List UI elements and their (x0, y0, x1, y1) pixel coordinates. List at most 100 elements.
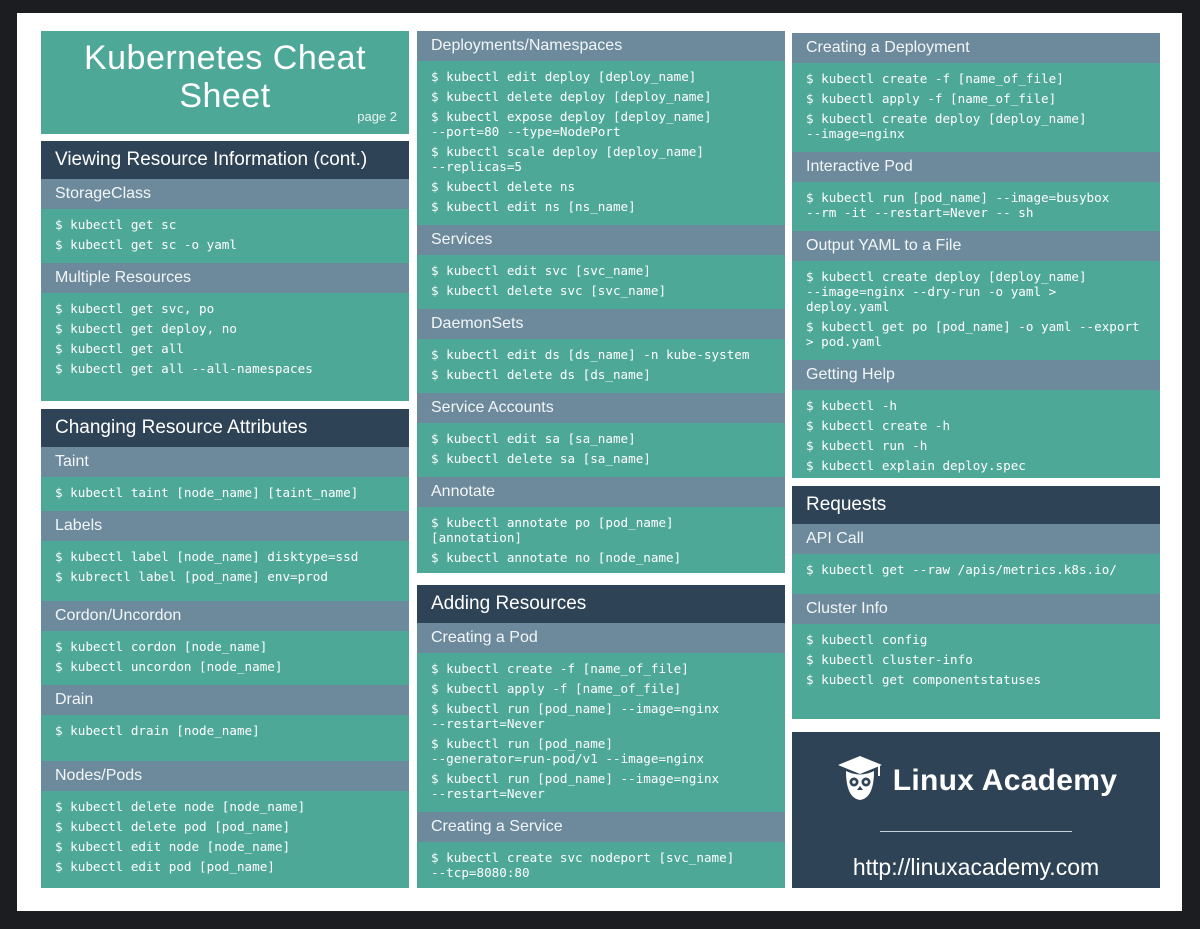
owl-graduation-cap-icon (835, 754, 885, 807)
command-line: $ kubectl edit pod [pod_name] (55, 859, 275, 874)
command-line: $ kubectl run [pod_name] --generator=run… (431, 736, 704, 766)
subheader-services: Services (417, 225, 785, 255)
command-line: $ kubectl get po [pod_name] -o yaml --ex… (806, 319, 1140, 349)
command-line: $ kubectl delete sa [sa_name] (431, 451, 651, 466)
command-line: $ kubectl get deploy, no (55, 321, 237, 336)
workload-section: Deployments/Namespaces $ kubectl edit de… (417, 31, 785, 573)
command-list: $ kubectl create -f [name_of_file] $ kube… (417, 653, 785, 812)
section-header: Changing Resource Attributes (41, 409, 409, 447)
command-line: $ kubectl annotate po [pod_name] [annota… (431, 515, 674, 545)
linux-academy-logo-block: Linux Academy http://linuxacademy.com (792, 732, 1160, 888)
subheader-creating-deployment: Creating a Deployment (792, 33, 1160, 63)
command-line: $ kubectl taint [node_name] [taint_name] (55, 485, 359, 500)
subheader-interactive-pod: Interactive Pod (792, 152, 1160, 182)
subheader-storageclass: StorageClass (41, 179, 409, 209)
website-url[interactable]: http://linuxacademy.com (792, 854, 1160, 881)
command-list: $ kubectl create svc nodeport [svc_name]… (417, 842, 785, 888)
command-line: $ kubectl create -f [name_of_file] (431, 661, 689, 676)
section-header: Requests (792, 486, 1160, 524)
command-list: $ kubectl create -f [name_of_file] $ kube… (792, 63, 1160, 152)
command-line: $ kubectl create -h (806, 418, 951, 433)
command-list: $ kubectl -h $ kubectl create -h $ kubectl… (792, 390, 1160, 478)
command-line: $ kubectl edit deploy [deploy_name] (431, 69, 697, 84)
command-list: $ kubectl get --raw /apis/metrics.k8s.io… (792, 554, 1160, 594)
brand-name: Linux Academy (892, 763, 1118, 797)
command-line: $ kubectl drain [node_name] (55, 723, 260, 738)
subheader-creating-service: Creating a Service (417, 812, 785, 842)
command-line: $ kubectl get --raw /apis/metrics.k8s.io… (806, 562, 1117, 577)
command-line: $ kubectl create deploy [deploy_name] --… (806, 111, 1087, 141)
command-list: $ kubectl label [node_name] disktype=ssd… (41, 541, 409, 601)
subheader-creating-pod: Creating a Pod (417, 623, 785, 653)
command-list: $ kubectl cordon [node_name] $ kubectl un… (41, 631, 409, 685)
subheader-taint: Taint (41, 447, 409, 477)
command-line: $ kubectl edit ds [ds_name] -n kube-syst… (431, 347, 750, 362)
command-line: $ kubectl edit node [node_name] (55, 839, 291, 854)
command-line: $ kubectl apply -f [name_of_file] (806, 91, 1057, 106)
command-line: $ kubectl run [pod_name] --image=nginx -… (431, 771, 720, 801)
command-line: $ kubectl edit sa [sa_name] (431, 431, 636, 446)
command-list: $ kubectl get sc $ kubectl get sc -o yaml (41, 209, 409, 263)
page-title: Kubernetes Cheat Sheet (75, 31, 375, 115)
command-line: $ kubectl cordon [node_name] (55, 639, 268, 654)
subheader-service-accounts: Service Accounts (417, 393, 785, 423)
command-line: $ kubectl delete svc [svc_name] (431, 283, 667, 298)
command-line: $ kubectl cluster-info (806, 652, 973, 667)
title-line-2: Sheet (179, 77, 271, 115)
command-line: $ kubectl annotate no [node_name] (431, 550, 682, 565)
command-list: $ kubectl edit deploy [deploy_name] $ kub… (417, 61, 785, 225)
command-list: $ kubectl get svc, po $ kubectl get deplo… (41, 293, 409, 387)
command-line: $ kubectl get all (55, 341, 184, 356)
command-line: $ kubectl delete deploy [deploy_name] (431, 89, 712, 104)
command-list: $ kubectl edit ds [ds_name] -n kube-syst… (417, 339, 785, 393)
subheader-api-call: API Call (792, 524, 1160, 554)
subheader-multiple-resources: Multiple Resources (41, 263, 409, 293)
command-list: $ kubectl edit svc [svc_name] $ kubectl d… (417, 255, 785, 309)
subheader-output-yaml: Output YAML to a File (792, 231, 1160, 261)
command-line: $ kubectl delete ds [ds_name] (431, 367, 651, 382)
command-line: $ kubectl run -h (806, 438, 928, 453)
command-line: $ kubectl apply -f [name_of_file] (431, 681, 682, 696)
requests-section: Requests API Call $ kubectl get --raw /a… (792, 486, 1160, 719)
command-line: $ kubectl get componentstatuses (806, 672, 1042, 687)
command-line: $ kubectl scale deploy [deploy_name] --r… (431, 144, 704, 174)
section-header: Viewing Resource Information (cont.) (41, 141, 409, 179)
subheader-nodes-pods: Nodes/Pods (41, 761, 409, 791)
command-line: $ kubectl explain deploy.spec (806, 458, 1026, 473)
subheader-getting-help: Getting Help (792, 360, 1160, 390)
divider (880, 831, 1072, 832)
subheader-daemonsets: DaemonSets (417, 309, 785, 339)
command-list: $ kubectl drain [node_name] (41, 715, 409, 761)
command-line: $ kubectl run [pod_name] --image=busybox… (806, 190, 1110, 220)
command-line: $ kubectl edit ns [ns_name] (431, 199, 636, 214)
changing-resource-section: Changing Resource Attributes Taint $ kub… (41, 409, 409, 888)
command-line: $ kubectl delete node [node_name] (55, 799, 306, 814)
command-line: $ kubectl -h (806, 398, 897, 413)
command-list: $ kubectl config $ kubectl cluster-info $ … (792, 624, 1160, 698)
command-list: $ kubectl taint [node_name] [taint_name] (41, 477, 409, 511)
subheader-deployments: Deployments/Namespaces (417, 31, 785, 61)
command-line: $ kubectl delete ns (431, 179, 576, 194)
command-list: $ kubectl create deploy [deploy_name] --… (792, 261, 1160, 360)
subheader-cordon: Cordon/Uncordon (41, 601, 409, 631)
command-line: $ kubectl create deploy [deploy_name] --… (806, 269, 1087, 314)
command-line: $ kubrectl label [pod_name] env=prod (55, 569, 328, 584)
command-line: $ kubectl create svc nodeport [svc_name]… (431, 850, 735, 880)
command-line: $ kubectl create -f [name_of_file] (806, 71, 1064, 86)
subheader-cluster-info: Cluster Info (792, 594, 1160, 624)
deployment-section: Creating a Deployment $ kubectl create -… (792, 33, 1160, 478)
logo: Linux Academy (792, 754, 1160, 807)
command-list: $ kubectl delete node [node_name] $ kubec… (41, 791, 409, 885)
title-line-1: Kubernetes Cheat (83, 39, 367, 77)
command-list: $ kubectl annotate po [pod_name] [annota… (417, 507, 785, 573)
subheader-drain: Drain (41, 685, 409, 715)
subheader-labels: Labels (41, 511, 409, 541)
title-block: Kubernetes Cheat Sheet page 2 (41, 31, 409, 134)
command-line: $ kubectl get sc -o yaml (55, 237, 237, 252)
command-line: $ kubectl get all --all-namespaces (55, 361, 313, 376)
command-line: $ kubectl run [pod_name] --image=nginx -… (431, 701, 720, 731)
adding-resources-section: Adding Resources Creating a Pod $ kubect… (417, 585, 785, 888)
command-line: $ kubectl get svc, po (55, 301, 215, 316)
command-list: $ kubectl run [pod_name] --image=busybox… (792, 182, 1160, 231)
command-line: $ kubectl label [node_name] disktype=ssd (55, 549, 359, 564)
